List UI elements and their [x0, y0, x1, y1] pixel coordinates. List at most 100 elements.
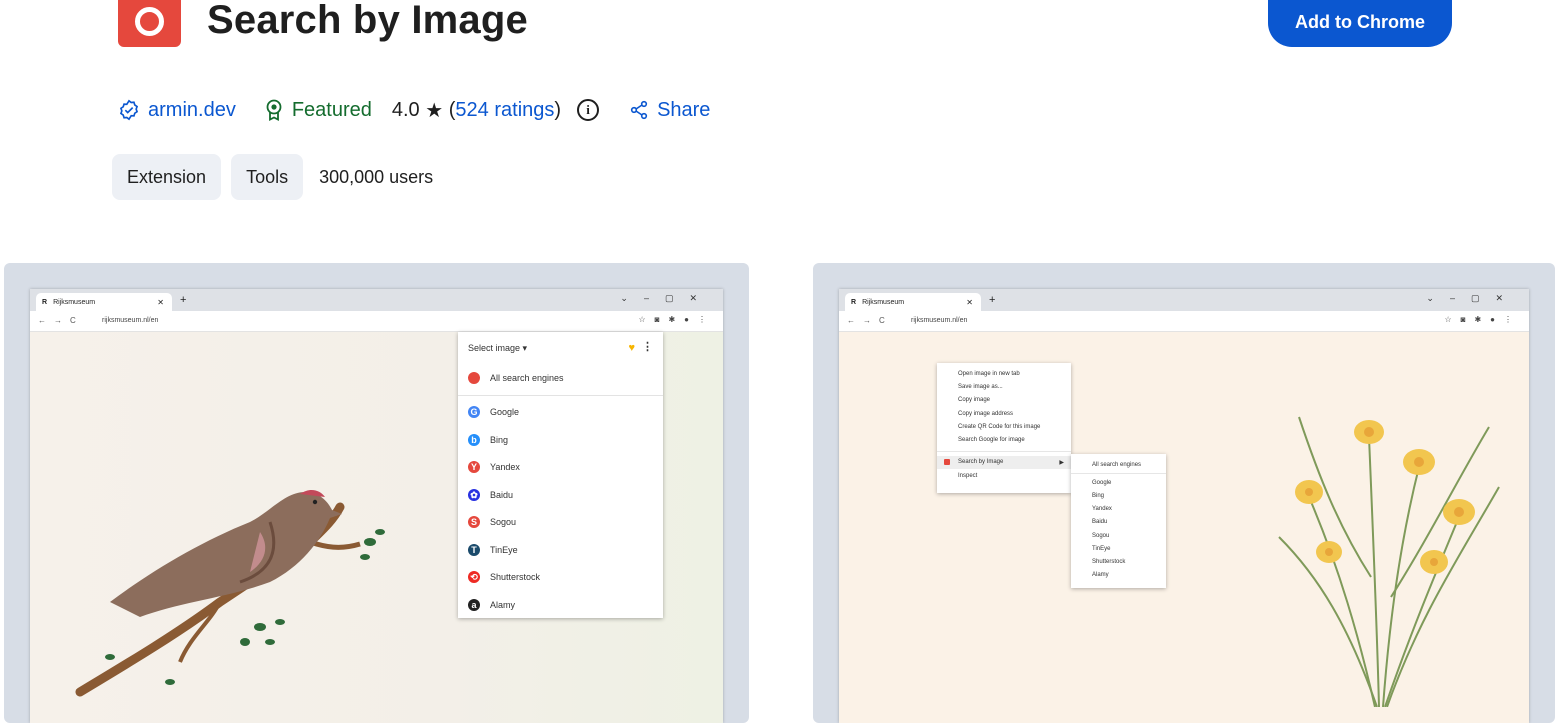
submenu-item[interactable]: Alamy [1071, 569, 1166, 582]
extension-popup: Select image ▾ ♥ ⋮ All search engines GG… [458, 332, 663, 618]
share-icon [629, 100, 649, 120]
context-item-inspect[interactable]: Inspect [937, 469, 1071, 482]
engine-logo-icon: S [468, 516, 480, 529]
engine-label: All search engines [490, 372, 564, 383]
star-icon: ★ [425, 99, 444, 122]
submenu-item[interactable]: Sogou [1071, 529, 1166, 542]
engine-label: Baidu [490, 489, 514, 500]
context-item[interactable]: Save image as... [937, 380, 1071, 393]
engine-logo-icon: T [468, 543, 480, 556]
submenu-item[interactable]: Shutterstock [1071, 555, 1166, 568]
select-image-dropdown[interactable]: Select image ▾ [468, 343, 527, 354]
context-item-label: Search by Image [958, 459, 1004, 466]
context-item[interactable]: Copy image address [937, 407, 1071, 420]
browser-window: R Rijksmuseum ✕ + ⌄–▢✕ ←→C rijksmuseum.nl/… [30, 289, 723, 723]
engine-logo-icon: Y [468, 461, 480, 474]
context-item-label: Inspect [958, 472, 978, 479]
award-icon [264, 99, 284, 121]
chip-tools[interactable]: Tools [231, 154, 304, 200]
engine-item[interactable]: a Alamy [458, 591, 663, 619]
engine-label: TinEye [490, 544, 518, 555]
context-item[interactable]: Copy image [937, 394, 1071, 407]
featured-badge: Featured [264, 99, 372, 122]
submenu-item-label: All search engines [1092, 461, 1142, 468]
engine-item[interactable]: T TinEye [458, 536, 663, 564]
verified-badge-icon [118, 99, 140, 121]
screenshot-2[interactable]: R Rijksmuseum ✕ + ⌄–▢✕ ←→C rijksmuseum.nl/… [813, 263, 1555, 723]
browser-tab: R Rijksmuseum ✕ [36, 293, 172, 311]
submenu-item[interactable]: Bing [1071, 489, 1166, 502]
developer-name: armin.dev [148, 98, 236, 121]
more-options-icon[interactable]: ⋮ [642, 340, 653, 353]
rating-value: 4.0 [391, 98, 420, 121]
submenu-item[interactable]: Yandex [1071, 503, 1166, 516]
engine-label: Bing [490, 434, 509, 445]
context-menu: Open image in new tab Save image as... Cop… [937, 363, 1071, 493]
divider [458, 394, 663, 396]
engine-item[interactable]: G Google [458, 399, 663, 427]
engine-label: Sogou [490, 517, 517, 528]
window-controls-icon: ⌄–▢✕ [1426, 293, 1519, 303]
add-to-chrome-button[interactable]: Add to Chrome [1268, 0, 1452, 47]
divider [937, 450, 1071, 452]
page-title: Search by Image [207, 0, 528, 42]
submenu-item[interactable]: TinEye [1071, 542, 1166, 555]
share-label: Share [657, 98, 711, 121]
new-tab-icon: + [180, 294, 187, 306]
close-icon: ✕ [157, 297, 164, 307]
toolbar-icons: ☆◙✱●⋮ [1444, 315, 1521, 324]
engine-item[interactable]: ⟲ Shutterstock [458, 564, 663, 592]
extension-icon [944, 459, 950, 466]
context-item[interactable]: Create QR Code for this image [937, 420, 1071, 433]
chip-extension[interactable]: Extension [112, 154, 222, 200]
heart-icon[interactable]: ♥ [628, 342, 635, 354]
engine-logo-icon: ⟲ [468, 571, 480, 584]
toolbar-icons: ☆◙✱●⋮ [638, 315, 715, 324]
submenu-item-all[interactable]: All search engines [1071, 458, 1166, 471]
divider [1071, 473, 1166, 475]
category-chips: Extension Tools 300,000 users [112, 154, 433, 200]
nav-arrows-icon: ←→C [38, 316, 84, 325]
engine-item-all[interactable]: All search engines [458, 364, 663, 392]
tab-title: Rijksmuseum [53, 298, 96, 306]
chevron-right-icon: ▶ [1059, 459, 1064, 466]
browser-window: R Rijksmuseum ✕ + ⌄–▢✕ ←→C rijksmuseum.nl/… [839, 289, 1529, 723]
featured-label: Featured [291, 98, 372, 121]
engine-list: G Google b Bing Y Yandex ✿ Baidu S Sogou T TinEye ⟲ S… [458, 399, 663, 619]
meta-row: armin.dev Featured 4.0 ★ (524 ratings) i… [118, 96, 710, 124]
share-button[interactable]: Share [629, 99, 710, 122]
tab-title: Rijksmuseum [862, 298, 905, 306]
rating-paren-open: ( [448, 98, 456, 121]
context-item[interactable]: Search Google for image [937, 433, 1071, 446]
engine-item[interactable]: S Sogou [458, 509, 663, 537]
context-submenu: All search engines Google Bing Yandex Baidu… [1071, 454, 1166, 588]
engine-label: Alamy [490, 599, 516, 610]
engine-item[interactable]: Y Yandex [458, 454, 663, 482]
close-icon: ✕ [966, 297, 973, 307]
add-to-chrome-label: Add to Chrome [1295, 12, 1425, 32]
screenshot-1[interactable]: R Rijksmuseum ✕ + ⌄–▢✕ ←→C rijksmuseum.nl/… [4, 263, 749, 723]
context-item-search-by-image[interactable]: Search by Image ▶ [937, 455, 1071, 470]
engine-item[interactable]: b Bing [458, 426, 663, 454]
url-bar: ←→C rijksmuseum.nl/en ☆◙✱●⋮ [839, 311, 1529, 332]
popup-header: Select image ▾ ♥ ⋮ [458, 332, 663, 364]
context-menu-items: Open image in new tab Save image as... Cop… [937, 367, 1071, 447]
context-item[interactable]: Open image in new tab [937, 367, 1071, 380]
globe-icon [468, 371, 480, 384]
submenu-item[interactable]: Google [1071, 476, 1166, 489]
info-icon[interactable]: i [577, 99, 600, 121]
user-count: 300,000 users [319, 166, 434, 187]
nav-arrows-icon: ←→C [847, 316, 893, 325]
window-controls-icon: ⌄–▢✕ [620, 293, 713, 303]
developer-link[interactable]: armin.dev [118, 99, 236, 122]
submenu-item[interactable]: Baidu [1071, 516, 1166, 529]
bird-illustration [75, 490, 385, 697]
engine-item[interactable]: ✿ Baidu [458, 481, 663, 509]
ratings-link[interactable]: 524 ratings [455, 99, 554, 122]
new-tab-icon: + [989, 294, 996, 306]
engine-label: Google [490, 407, 520, 418]
url-text: rijksmuseum.nl/en [102, 317, 159, 324]
engine-logo-icon: b [468, 433, 480, 446]
url-text: rijksmuseum.nl/en [911, 317, 968, 324]
engine-logo-icon: a [468, 598, 480, 611]
